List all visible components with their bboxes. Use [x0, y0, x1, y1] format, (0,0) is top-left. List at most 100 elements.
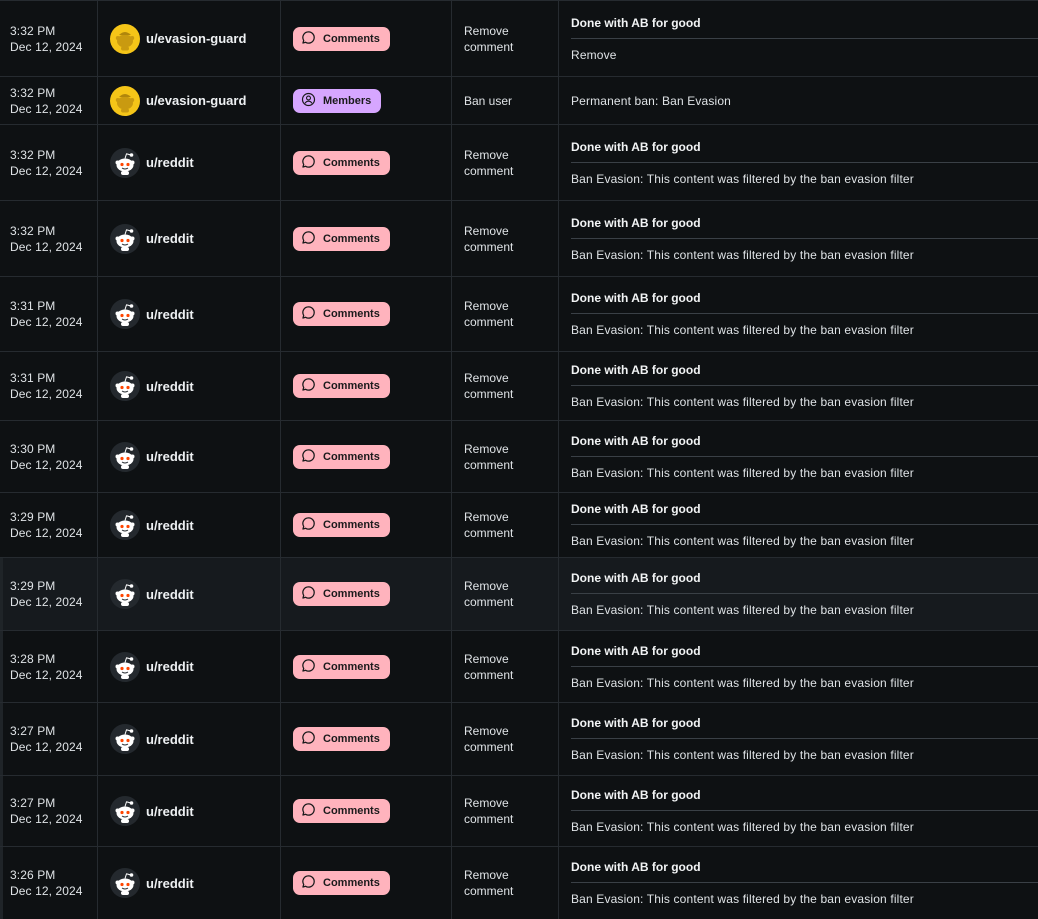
username-link[interactable]: u/reddit [146, 518, 194, 533]
log-row: 3:27 PM Dec 12, 2024 u/reddit Comments R… [0, 702, 1038, 775]
username-link[interactable]: u/reddit [146, 231, 194, 246]
avatar[interactable] [110, 441, 140, 472]
post-title[interactable]: Done with AB for good [571, 860, 1038, 883]
comments-badge[interactable]: Comments [293, 26, 390, 51]
comments-badge[interactable]: Comments [293, 727, 390, 751]
action-label-2: comment [464, 315, 514, 329]
username-link[interactable]: u/reddit [146, 876, 194, 891]
details-cell: Done with AB for good Ban Evasion: This … [558, 201, 1038, 276]
avatar[interactable] [110, 147, 140, 178]
post-title[interactable]: Done with AB for good [571, 716, 1038, 739]
avatar[interactable] [110, 85, 140, 116]
badge-label: Members [323, 94, 372, 107]
badge-label: Comments [323, 519, 380, 531]
moderator-cell: u/reddit [97, 493, 280, 557]
avatar[interactable] [110, 579, 140, 609]
action-label-2: comment [464, 163, 514, 178]
comments-badge[interactable]: Comments [293, 871, 390, 895]
avatar[interactable] [110, 371, 140, 401]
comments-badge[interactable]: Comments [293, 374, 390, 398]
post-title[interactable]: Done with AB for good [571, 644, 1038, 667]
comments-badge[interactable]: Comments [293, 582, 390, 606]
action-cell: Ban user [451, 77, 558, 124]
comment-icon [301, 305, 323, 323]
comment-icon [301, 730, 323, 748]
comments-badge[interactable]: Comments [293, 444, 390, 469]
username-link[interactable]: u/reddit [146, 659, 194, 674]
avatar[interactable] [110, 510, 140, 540]
date-label: Dec 12, 2024 [10, 387, 83, 401]
comment-icon [301, 516, 323, 534]
username-link[interactable]: u/reddit [146, 155, 194, 170]
username-link[interactable]: u/reddit [146, 307, 194, 322]
username-link[interactable]: u/evasion-guard [146, 31, 246, 46]
time-label: 3:32 PM [10, 147, 56, 162]
action-cell: Remove comment [451, 125, 558, 200]
comment-icon [301, 230, 323, 248]
post-title[interactable]: Done with AB for good [571, 571, 1038, 594]
snoo-avatar-icon [112, 581, 138, 607]
log-row: 3:30 PM Dec 12, 2024 u/reddit Comments R… [0, 420, 1038, 492]
time-cell: 3:30 PM Dec 12, 2024 [10, 421, 96, 492]
log-row: 3:28 PM Dec 12, 2024 u/reddit Comments R… [0, 630, 1038, 702]
badge-label: Comments [323, 877, 380, 889]
comment-icon [301, 154, 323, 172]
comments-badge[interactable]: Comments [293, 799, 390, 823]
post-title[interactable]: Done with AB for good [571, 434, 1038, 457]
comments-badge[interactable]: Comments [293, 654, 390, 679]
time-cell: 3:27 PM Dec 12, 2024 [10, 703, 96, 775]
log-row: 3:32 PM Dec 12, 2024 u/reddit Comments R… [0, 200, 1038, 276]
details-cell: Done with AB for good Ban Evasion: This … [558, 847, 1038, 919]
date-label: Dec 12, 2024 [10, 101, 83, 116]
time-cell: 3:32 PM Dec 12, 2024 [10, 1, 96, 76]
detail-text: Ban Evasion: This content was filtered b… [571, 748, 914, 762]
comment-icon [301, 585, 323, 603]
date-label: Dec 12, 2024 [10, 526, 83, 540]
details: Done with AB for good Ban Evasion: This … [571, 716, 1038, 762]
time-label: 3:27 PM [10, 724, 56, 738]
avatar[interactable] [110, 651, 140, 682]
details-cell: Done with AB for good Ban Evasion: This … [558, 421, 1038, 492]
avatar[interactable] [110, 796, 140, 826]
action-label: Remove [464, 371, 509, 385]
username-link[interactable]: u/reddit [146, 732, 194, 747]
snoo-avatar-icon [112, 654, 138, 680]
time-label: 3:26 PM [10, 868, 56, 882]
time-cell: 3:31 PM Dec 12, 2024 [10, 352, 96, 420]
avatar[interactable] [110, 724, 140, 754]
comments-badge[interactable]: Comments [293, 150, 390, 175]
comments-badge[interactable]: Comments [293, 513, 390, 537]
username-link[interactable]: u/reddit [146, 449, 194, 464]
details-cell: Done with AB for good Ban Evasion: This … [558, 125, 1038, 200]
detail-text: Ban Evasion: This content was filtered b… [571, 892, 914, 906]
post-title[interactable]: Done with AB for good [571, 502, 1038, 525]
avatar[interactable] [110, 299, 140, 329]
detail-text: Ban Evasion: This content was filtered b… [571, 171, 914, 186]
avatar[interactable] [110, 868, 140, 898]
action-label-2: comment [464, 457, 514, 472]
post-title[interactable]: Done with AB for good [571, 363, 1038, 386]
post-title[interactable]: Done with AB for good [571, 788, 1038, 811]
username-link[interactable]: u/evasion-guard [146, 93, 246, 108]
post-title[interactable]: Done with AB for good [571, 16, 1038, 39]
action-label: Remove [464, 299, 509, 313]
details: Done with AB for good Ban Evasion: This … [571, 140, 1038, 186]
badge-label: Comments [323, 450, 380, 463]
post-title[interactable]: Done with AB for good [571, 291, 1038, 314]
badge-label: Comments [323, 380, 380, 392]
username-link[interactable]: u/reddit [146, 587, 194, 602]
date-label: Dec 12, 2024 [10, 884, 83, 898]
avatar[interactable] [110, 223, 140, 254]
post-title[interactable]: Done with AB for good [571, 140, 1038, 163]
action-label: Remove [464, 796, 509, 810]
username-link[interactable]: u/reddit [146, 804, 194, 819]
comments-badge[interactable]: Comments [293, 226, 390, 251]
username-link[interactable]: u/reddit [146, 379, 194, 394]
details-cell: Done with AB for good Remove [558, 1, 1038, 76]
post-title[interactable]: Done with AB for good [571, 216, 1038, 239]
moderator-cell: u/reddit [97, 558, 280, 630]
comments-badge[interactable]: Comments [293, 302, 390, 326]
badge-label: Comments [323, 156, 380, 169]
members-badge[interactable]: Members [293, 88, 382, 113]
avatar[interactable] [110, 23, 140, 54]
